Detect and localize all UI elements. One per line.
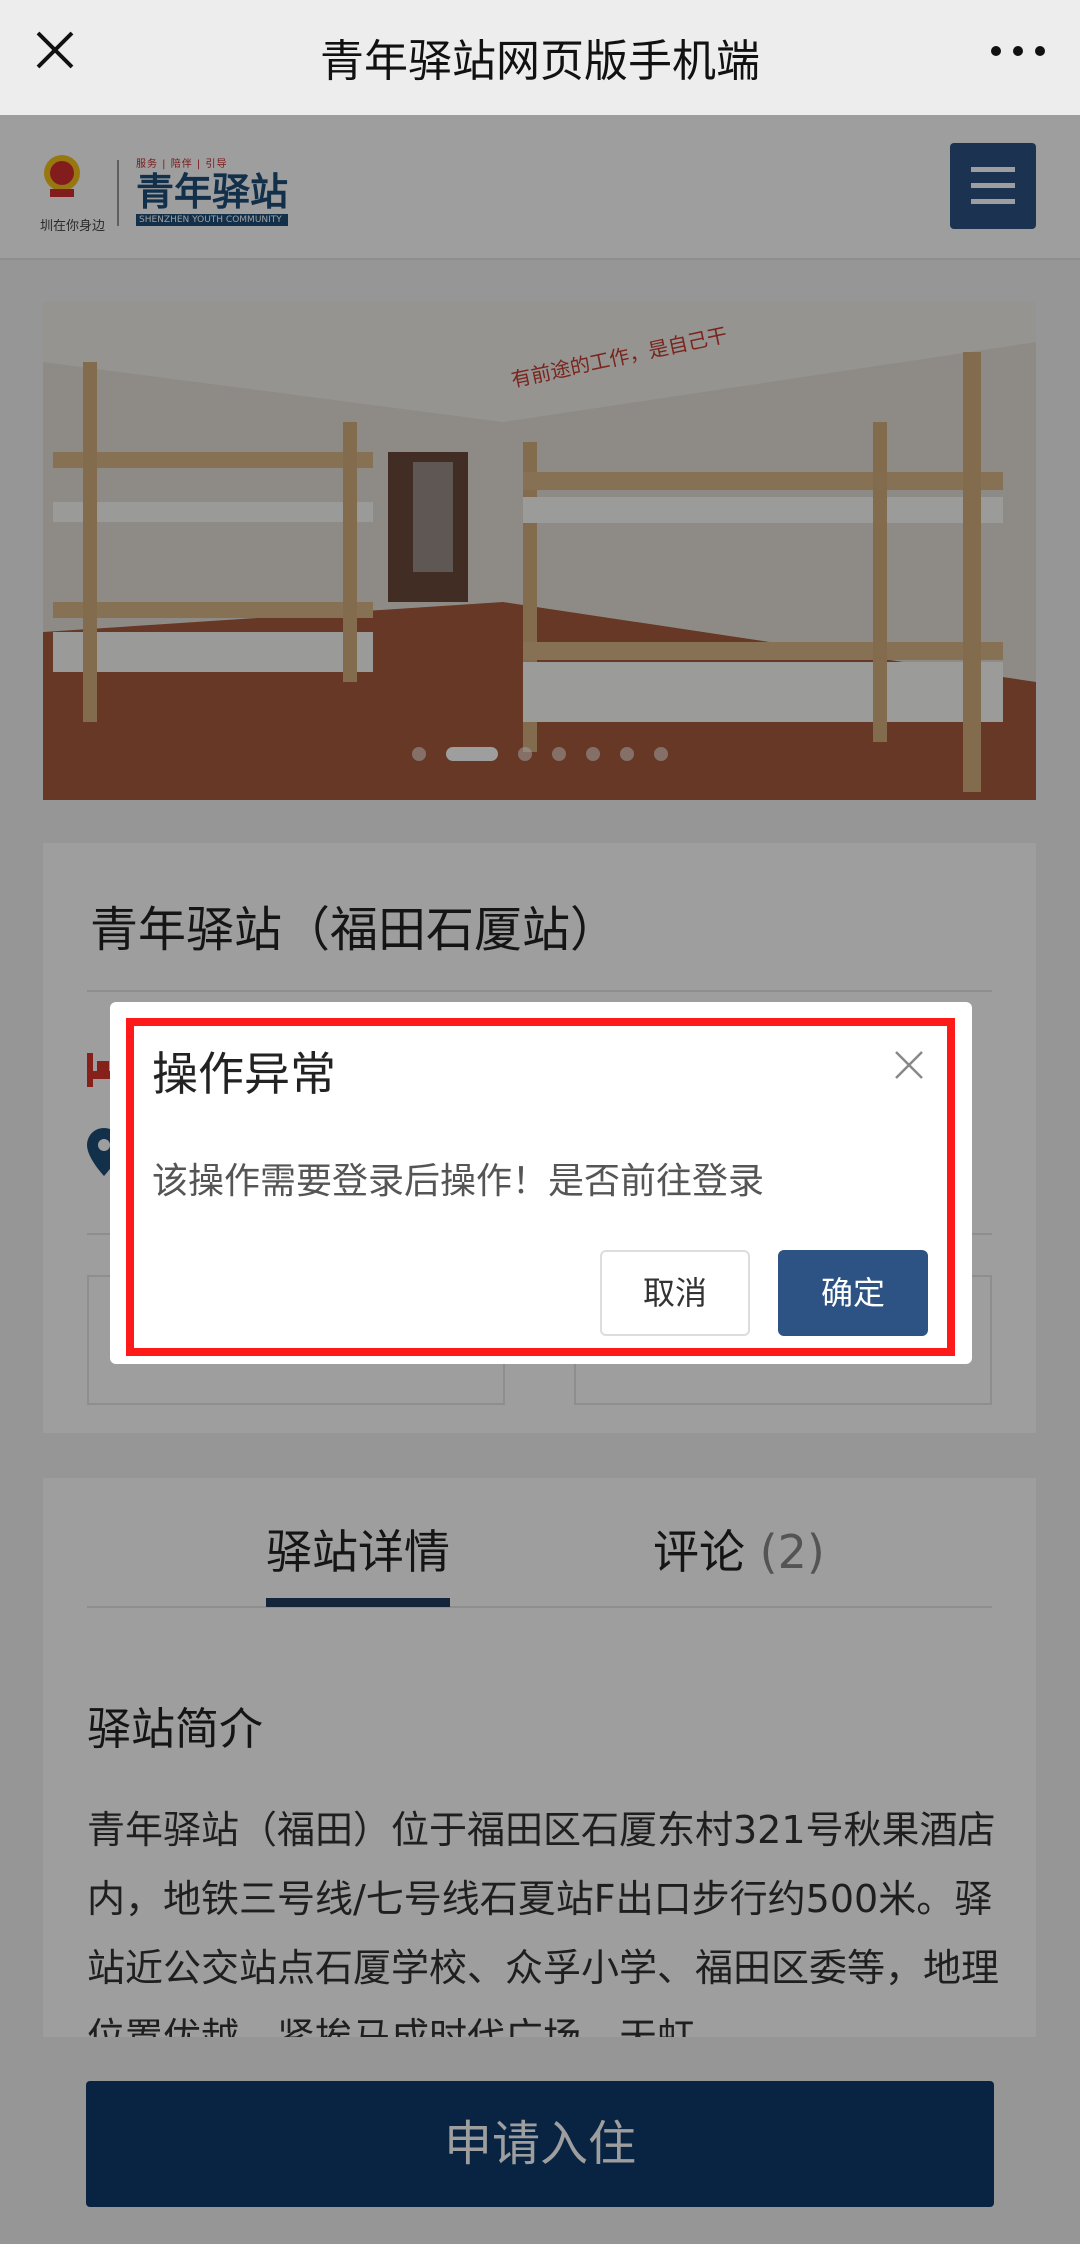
- page-title: 青年驿站网页版手机端: [320, 36, 760, 87]
- wechat-top-bar: 青年驿站网页版手机端: [0, 0, 1080, 115]
- cancel-button[interactable]: 取消: [600, 1250, 750, 1336]
- more-options-icon[interactable]: [986, 28, 1050, 74]
- error-dialog: 操作异常 该操作需要登录后操作！是否前往登录 取消 确定: [110, 1002, 972, 1364]
- dialog-title: 操作异常: [152, 1047, 336, 1101]
- close-icon[interactable]: [892, 1048, 926, 1082]
- dialog-message: 该操作需要登录后操作！是否前往登录: [152, 1161, 765, 1202]
- confirm-button[interactable]: 确定: [778, 1250, 928, 1336]
